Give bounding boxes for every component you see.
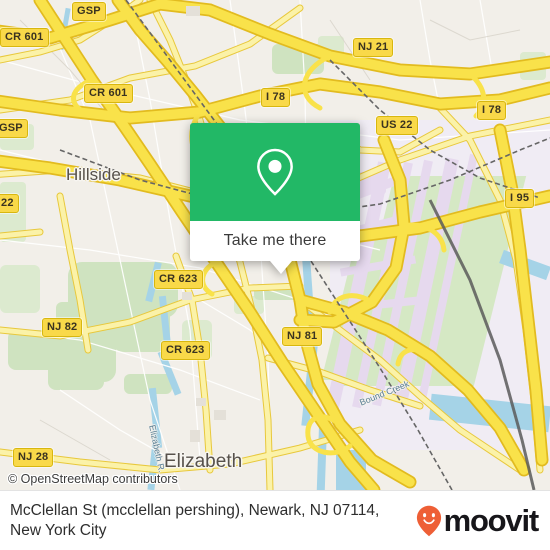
popup-header — [190, 123, 360, 221]
osm-attribution[interactable]: © OpenStreetMap contributors — [8, 472, 178, 486]
moovit-map-screenshot: GSP CR 601 CR 601 GSP NJ 21 I 78 US 22 I 78 I 95… — [0, 0, 550, 550]
map-pin-icon — [257, 148, 293, 196]
map-canvas[interactable]: GSP CR 601 CR 601 GSP NJ 21 I 78 US 22 I 78 I 95… — [0, 0, 550, 490]
take-me-there-button[interactable]: Take me there — [190, 221, 360, 261]
moovit-wordmark: moovit — [443, 503, 540, 538]
popup-tail — [270, 261, 292, 274]
moovit-logo[interactable]: moovit — [416, 505, 550, 537]
moovit-smiley-pin-icon — [416, 505, 441, 536]
footer-bar: McClellan St (mcclellan pershing), Newar… — [0, 490, 550, 550]
water-label: Elizabeth R. — [147, 423, 167, 474]
location-title: McClellan St (mcclellan pershing), Newar… — [10, 501, 380, 539]
water-label: Bound Creek — [358, 378, 411, 408]
map-popup-card[interactable]: Take me there — [190, 123, 360, 274]
